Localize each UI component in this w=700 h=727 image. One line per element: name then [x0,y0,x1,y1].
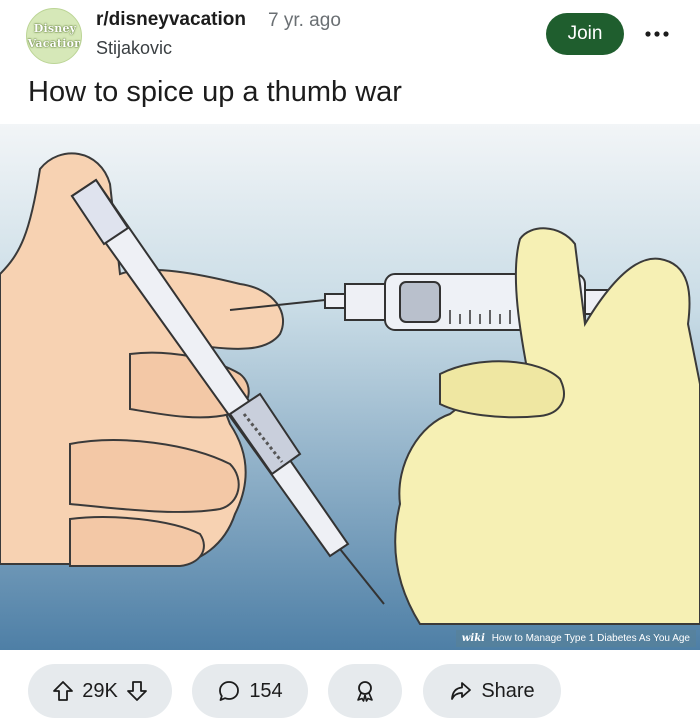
image-watermark: wiki How to Manage Type 1 Diabetes As Yo… [455,630,696,647]
comments-count: 154 [249,679,283,702]
subreddit-name[interactable]: r/disneyvacation [96,9,246,31]
award-icon [353,679,377,703]
avatar-text-line1: Disney [33,22,77,35]
comments-button[interactable]: 154 [192,664,308,718]
post-image[interactable]: wiki How to Manage Type 1 Diabetes As Yo… [0,124,700,650]
upvote-icon[interactable] [52,680,74,702]
action-bar: 29K 154 Share [0,654,700,727]
share-button[interactable]: Share [423,664,561,718]
share-label: Share [481,679,535,702]
subreddit-avatar[interactable]: Disney Vacation [26,8,82,64]
post-header: Disney Vacation r/disneyvacation 7 yr. a… [0,0,700,72]
post-title[interactable]: How to spice up a thumb war [28,76,402,109]
downvote-icon[interactable] [126,680,148,702]
watermark-caption: How to Manage Type 1 Diabetes As You Age [491,633,690,644]
watermark-logo: wiki [461,633,485,644]
avatar-text-line2: Vacation [27,37,82,50]
vote-score: 29K [82,679,118,702]
share-icon [449,679,473,703]
join-button[interactable]: Join [546,13,624,55]
award-button[interactable] [328,664,402,718]
comment-icon [217,679,241,703]
author-name[interactable]: Stijakovic [96,38,172,59]
more-icon[interactable] [640,18,674,50]
post-age: 7 yr. ago [268,10,341,31]
vote-control: 29K [28,664,172,718]
